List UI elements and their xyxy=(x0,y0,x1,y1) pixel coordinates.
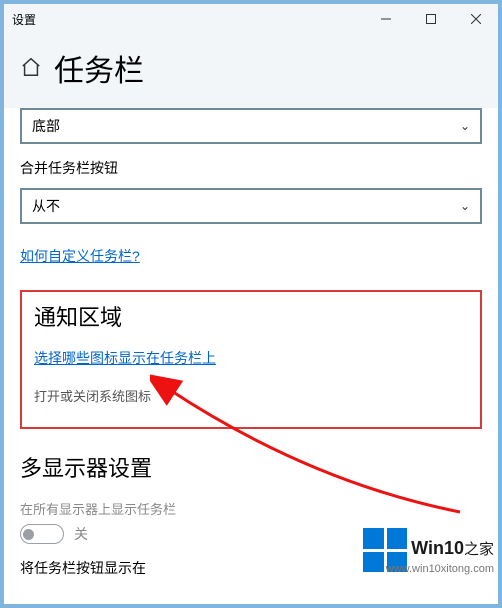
watermark-url: www.win10xitong.com xyxy=(386,563,494,575)
chevron-down-icon: ⌄ xyxy=(460,119,470,133)
show-on-all-label: 在所有显示器上显示任务栏 xyxy=(20,499,482,518)
page-title: 任务栏 xyxy=(54,46,144,90)
page-header: 任务栏 xyxy=(4,34,498,108)
notification-area-section: 通知区域 选择哪些图标显示在任务栏上 打开或关闭系统图标 xyxy=(20,290,482,429)
combine-buttons-value: 从不 xyxy=(32,196,60,216)
chevron-down-icon: ⌄ xyxy=(460,199,470,213)
settings-window: 设置 任务栏 底部 ⌄ 合并任务栏按钮 从不 ⌄ 如何自定义任务栏? xyxy=(0,0,502,608)
notification-area-heading: 通知区域 xyxy=(34,300,468,332)
home-icon[interactable] xyxy=(20,56,42,81)
title-bar: 设置 xyxy=(4,4,498,34)
window-title: 设置 xyxy=(12,11,36,28)
content-area: 底部 ⌄ 合并任务栏按钮 从不 ⌄ 如何自定义任务栏? 通知区域 选择哪些图标显… xyxy=(4,108,498,604)
watermark-brand: Win10之家 xyxy=(411,538,494,559)
taskbar-position-dropdown[interactable]: 底部 ⌄ xyxy=(20,108,482,144)
close-icon xyxy=(471,14,481,24)
minimize-icon xyxy=(381,14,391,24)
multi-monitor-heading: 多显示器设置 xyxy=(20,451,482,483)
select-icons-link[interactable]: 选择哪些图标显示在任务栏上 xyxy=(34,350,216,366)
combine-buttons-label: 合并任务栏按钮 xyxy=(20,158,482,178)
toggle-state-text: 关 xyxy=(74,524,88,544)
system-icons-text[interactable]: 打开或关闭系统图标 xyxy=(34,386,468,405)
close-button[interactable] xyxy=(453,4,498,34)
maximize-button[interactable] xyxy=(408,4,453,34)
taskbar-position-value: 底部 xyxy=(32,116,60,136)
combine-buttons-dropdown[interactable]: 从不 ⌄ xyxy=(20,188,482,224)
show-on-all-toggle[interactable] xyxy=(20,524,64,544)
maximize-icon xyxy=(426,14,436,24)
minimize-button[interactable] xyxy=(363,4,408,34)
customize-taskbar-link[interactable]: 如何自定义任务栏? xyxy=(20,248,140,264)
